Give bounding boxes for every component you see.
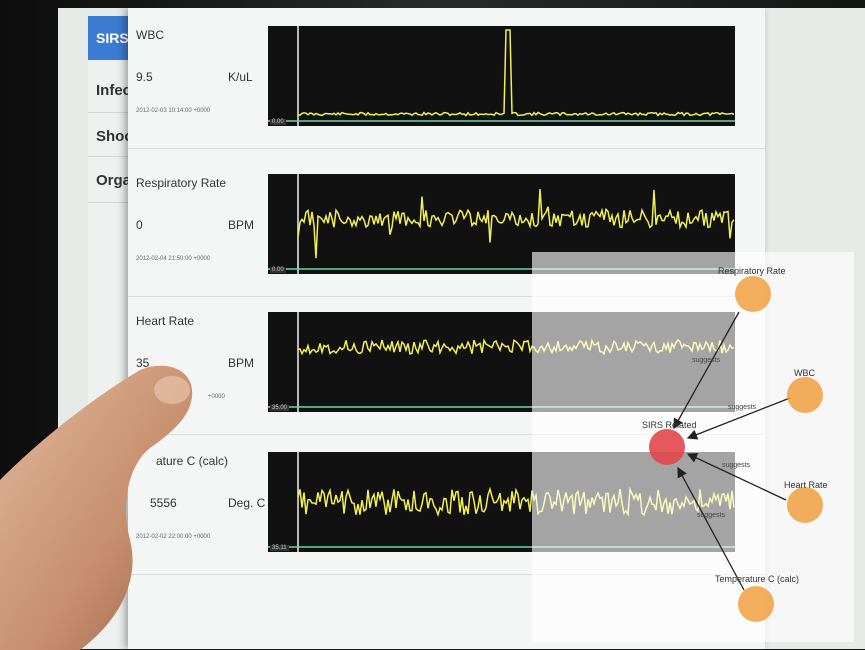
node-label-respiratory-rate: Respiratory Rate (718, 266, 786, 276)
vital-timestamp: 2012-02-02 22:00:00 +0000 (136, 534, 211, 540)
vital-value: 35 (136, 356, 150, 370)
wbc-trace-svg (268, 26, 735, 126)
vital-title: WBC (136, 28, 164, 42)
vital-title: ature C (calc) (156, 454, 229, 468)
vital-timestamp: +0000 (208, 394, 225, 400)
node-sirs-related (649, 429, 685, 465)
vital-title: Heart Rate (136, 314, 195, 328)
edge-heart-rate-to-sirs (686, 453, 787, 501)
node-respiratory-rate (735, 276, 771, 312)
vital-value: 0 (136, 218, 143, 232)
sirs-relationship-graph: Respiratory Rate WBC Heart Rate Temperat… (532, 252, 854, 642)
vital-timestamp: 2012-02-03 10:14:00 +0000 (136, 108, 211, 114)
node-label-sirs-related: SIRS Related (642, 420, 697, 430)
vital-value: 9.5 (136, 70, 153, 84)
vital-title: Respiratory Rate (136, 176, 227, 190)
edge-label-suggests: suggests (722, 462, 751, 469)
node-label-wbc: WBC (794, 368, 815, 378)
vital-row-wbc[interactable]: WBC 9.5 K/uL 2012-02-03 10:14:00 +0000 0… (128, 8, 765, 149)
respiratory-trace (297, 189, 735, 259)
node-heart-rate (787, 487, 823, 523)
vital-unit: K/uL (228, 70, 253, 84)
axis-min-label: 35.11 (270, 545, 289, 551)
wbc-trend-plot[interactable]: 0.00 (268, 26, 735, 126)
vital-timestamp: 2012-02-04 21:50:00 +0000 (136, 256, 211, 262)
vital-unit: BPM (228, 356, 255, 370)
node-label-heart-rate: Heart Rate (784, 480, 828, 490)
vital-value: 5556 (150, 496, 177, 510)
edge-label-suggests: suggests (728, 404, 757, 411)
axis-min-label: 0.00 (270, 267, 286, 273)
axis-min-label: 0.00 (270, 119, 286, 125)
node-label-temperature: Temperature C (calc) (715, 574, 800, 584)
edge-temperature-to-sirs (677, 466, 745, 591)
edge-label-suggests: suggests (697, 512, 726, 519)
graph-svg (649, 276, 823, 622)
node-temperature (738, 586, 774, 622)
vital-unit: Deg. C (228, 496, 266, 510)
vital-unit: BPM (228, 218, 255, 232)
axis-min-label: 35.00 (270, 405, 290, 411)
node-wbc (787, 377, 823, 413)
edge-label-suggests: suggests (692, 357, 721, 364)
wbc-trace (297, 29, 735, 117)
